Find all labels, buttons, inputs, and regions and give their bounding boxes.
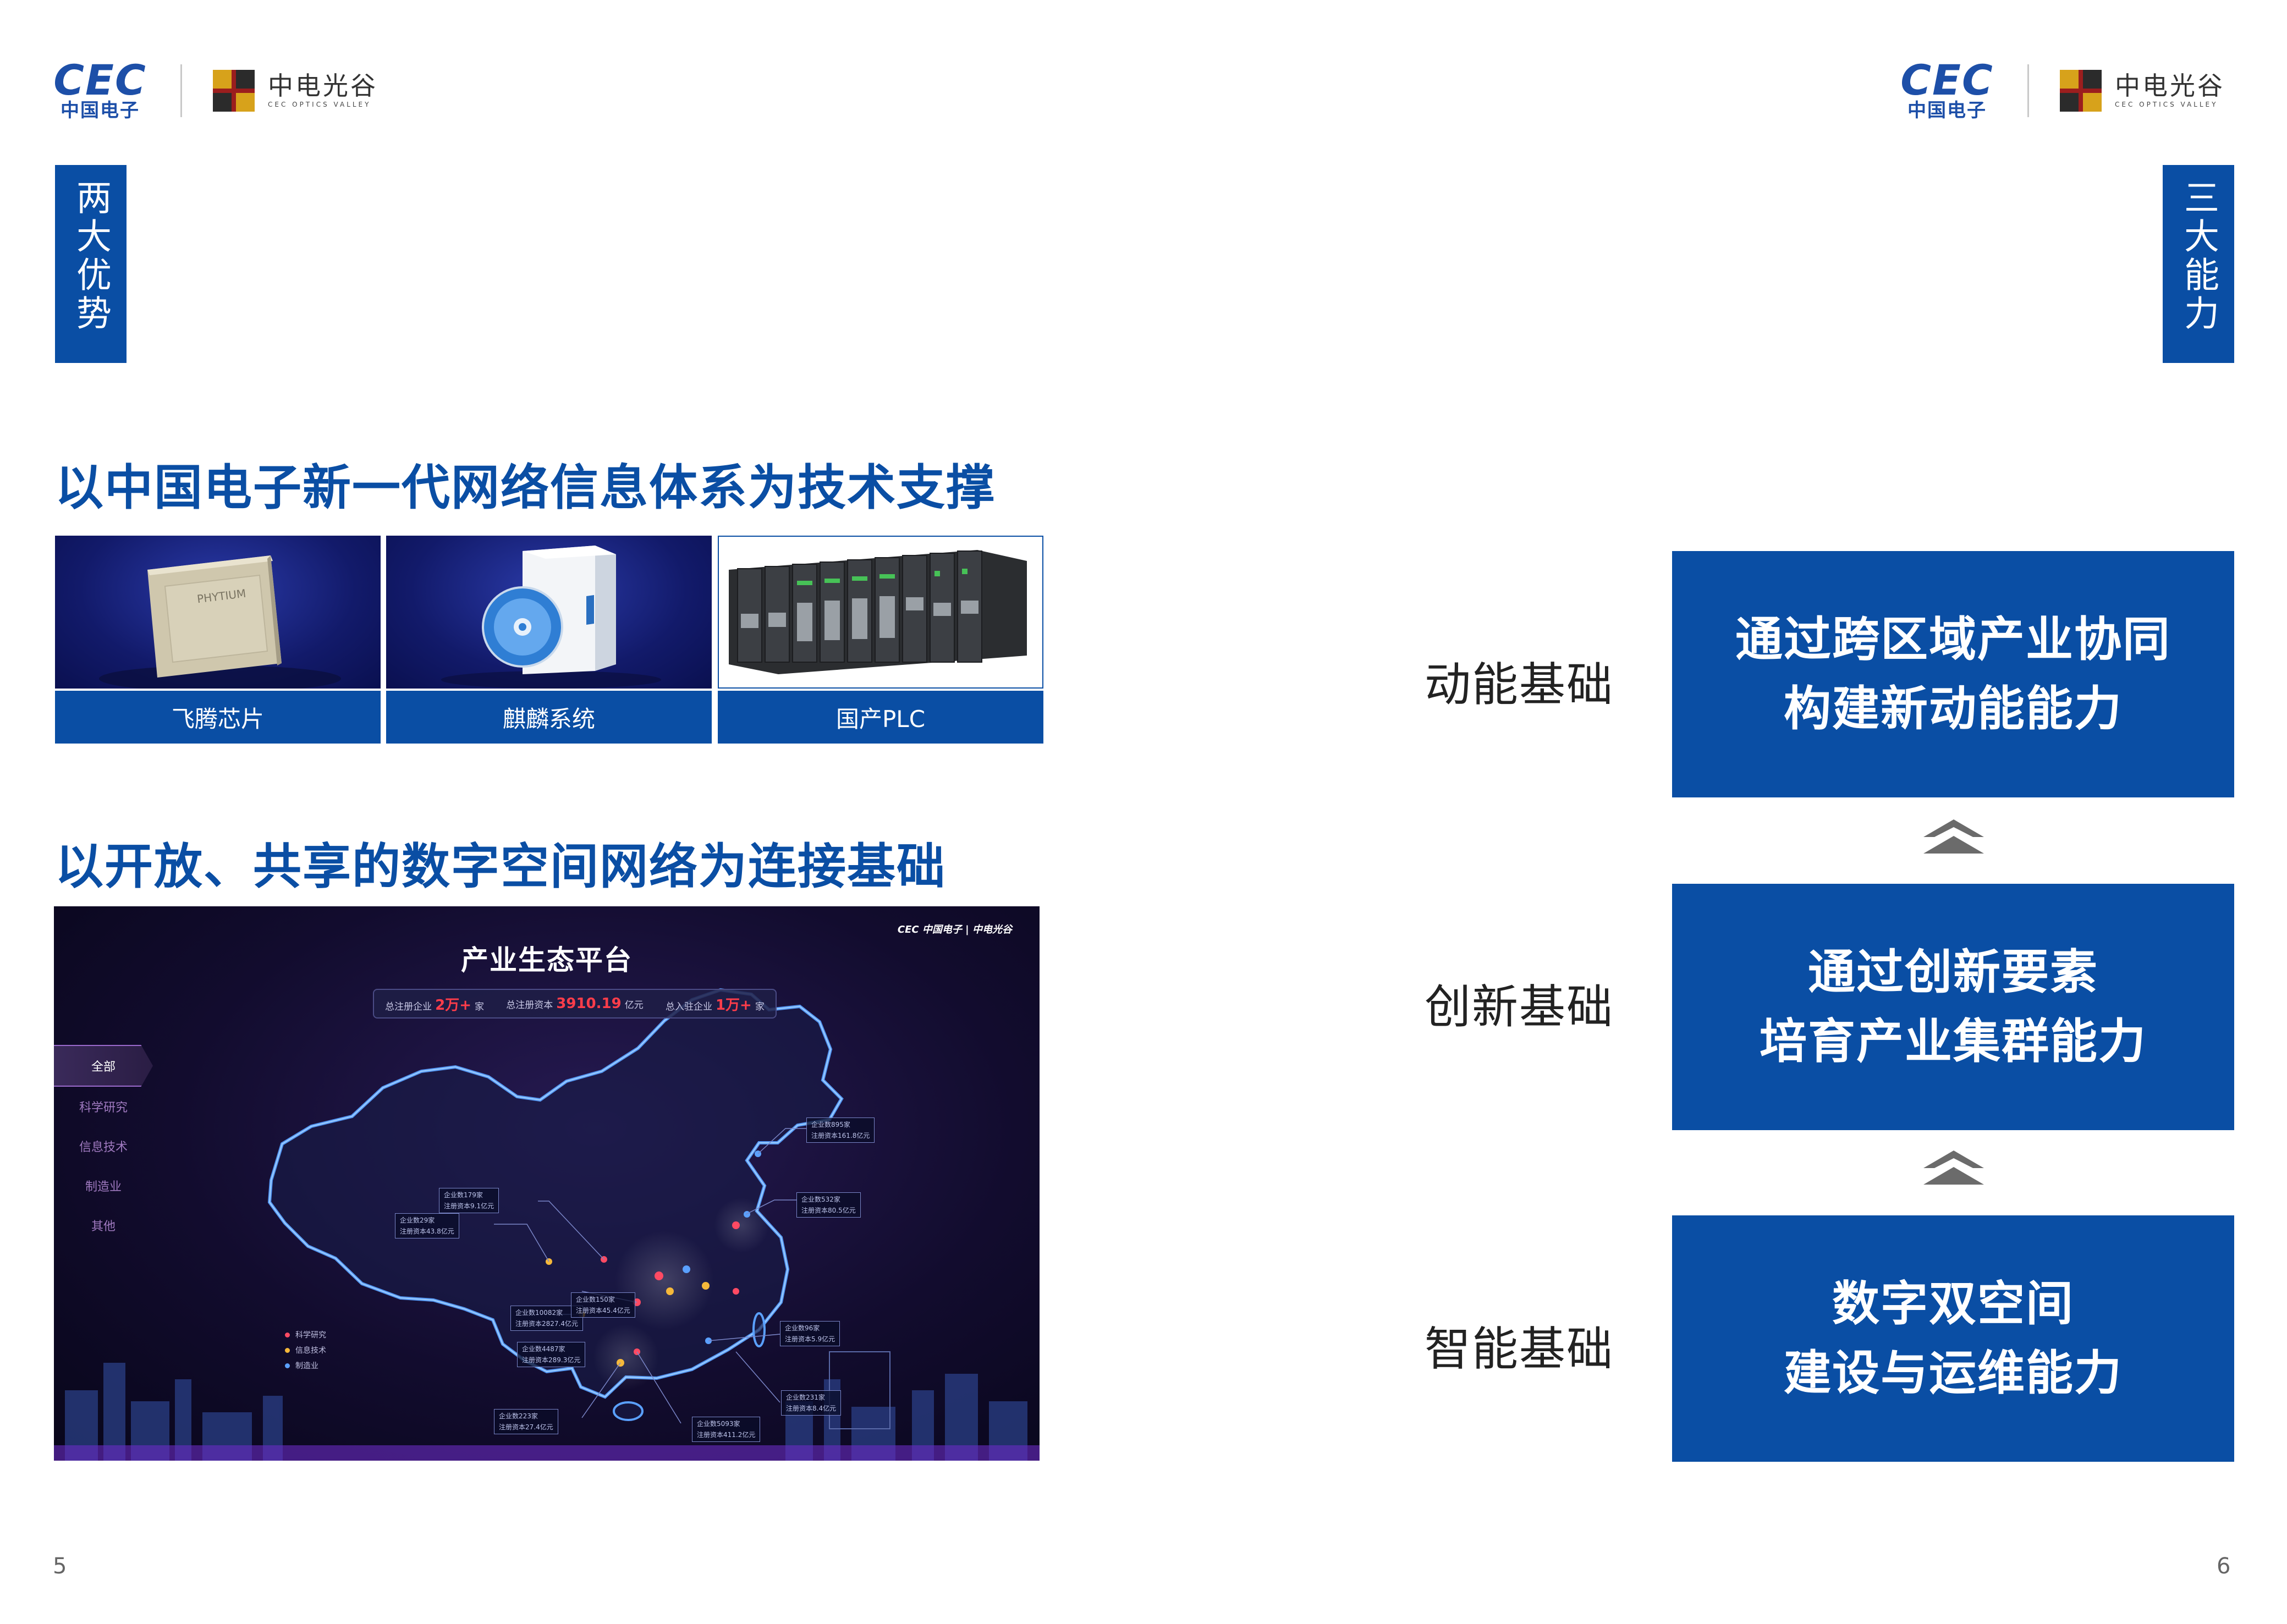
product-card-os: 麒麟系统: [386, 536, 712, 744]
menu-item-it: 信息技术: [79, 1141, 128, 1154]
logo-group-right: CEC 中国电子 中电光谷 CEC OPTICS VALLEY: [1898, 55, 2225, 126]
section1-title: 以中国电子新一代网络信息体系为技术支撑: [55, 459, 996, 516]
platform-stats-bar: 总注册企业 2万+ 家 总注册资本 3910.19 亿元 总入驻企业 1万+ 家: [373, 989, 777, 1019]
cec-logo: CEC 中国电子: [53, 56, 147, 122]
chevron-up-icon: [1923, 819, 1984, 854]
menu-item-manufacturing: 制造业: [85, 1180, 122, 1194]
region-tag: 企业数231家 注册资本8.4亿元: [781, 1390, 842, 1416]
product-card-plc: 国产PLC: [718, 536, 1043, 744]
map-legend: 科学研究 信息技术 制造业: [285, 1327, 326, 1373]
region-tag: 企业数223家 注册资本27.4亿元: [494, 1409, 558, 1434]
region-tag: 企业数895家 注册资本161.8亿元: [806, 1117, 875, 1143]
menu-item-other: 其他: [91, 1220, 116, 1234]
optics-valley-mark-icon: [213, 70, 255, 112]
ability-box-intelligence: 数字双空间 建设与运维能力: [1672, 1215, 2234, 1462]
stat-registered-capital: 总注册资本 3910.19 亿元: [506, 995, 644, 1012]
legend-item: 制造业: [285, 1358, 326, 1373]
optics-valley-logo: 中电光谷 CEC OPTICS VALLEY: [213, 70, 378, 112]
os-box-image: [386, 536, 712, 689]
region-tag: 企业数179家 注册资本9.1亿元: [439, 1188, 499, 1213]
ability-box-innovation: 通过创新要素 培育产业集群能力: [1672, 884, 2234, 1130]
chip-image: PHYTIUM: [55, 536, 381, 689]
region-tag: 企业数29家 注册资本43.8亿元: [395, 1213, 459, 1238]
category-menu: 全部 科学研究 信息技术 制造业 其他: [54, 1045, 153, 1245]
page-number-left: 5: [53, 1554, 67, 1579]
section2-title: 以开放、共享的数字空间网络为连接基础: [55, 838, 947, 895]
chevron-up-icon: [1923, 1150, 1984, 1185]
legend-item: 信息技术: [285, 1342, 326, 1358]
optics-valley-mark-icon: [2060, 70, 2102, 112]
legend-item: 科学研究: [285, 1327, 326, 1342]
logo-divider: [2027, 64, 2029, 117]
region-tag: 企业数150家 注册资本45.4亿元: [571, 1292, 635, 1318]
page-number-right: 6: [2217, 1554, 2231, 1579]
optics-valley-logo: 中电光谷 CEC OPTICS VALLEY: [2060, 70, 2225, 112]
left-section-tab: 两大优势: [55, 165, 127, 363]
ability-label-innovation: 创新基础: [1425, 980, 1614, 1034]
stat-registered-companies: 总注册企业 2万+ 家: [385, 997, 485, 1014]
right-section-tab: 三大能力: [2163, 165, 2234, 363]
industry-platform-map: CEC 中国电子 | 中电光谷 产业生态平台 总注册企业 2万+ 家 总注册资本 39…: [54, 906, 1040, 1461]
plc-image: [718, 536, 1043, 689]
cec-logo: CEC 中国电子: [1900, 56, 1994, 122]
region-tag: 企业数532家 注册资本80.5亿元: [796, 1192, 861, 1218]
logo-divider: [180, 64, 182, 117]
card-label: 国产PLC: [718, 691, 1043, 744]
region-tag: 企业数4487家 注册资本289.3亿元: [517, 1342, 586, 1367]
logo-group-left: CEC 中国电子 中电光谷 CEC OPTICS VALLEY: [51, 55, 378, 126]
platform-corner-logo: CEC 中国电子 | 中电光谷: [897, 924, 1012, 935]
product-card-chip: PHYTIUM 飞腾芯片: [55, 536, 381, 744]
ability-label-intelligence: 智能基础: [1425, 1322, 1614, 1376]
stat-resident-companies: 总入驻企业 1万+ 家: [665, 997, 765, 1014]
card-label: 麒麟系统: [386, 691, 712, 744]
ability-label-momentum: 动能基础: [1425, 658, 1614, 712]
platform-title: 产业生态平台: [461, 944, 633, 976]
ability-box-momentum: 通过跨区域产业协同 构建新动能能力: [1672, 551, 2234, 797]
menu-item-science: 科学研究: [79, 1101, 128, 1115]
region-tag: 企业数96家 注册资本5.9亿元: [780, 1321, 840, 1346]
card-label: 飞腾芯片: [55, 691, 381, 744]
region-tag: 企业数5093家 注册资本411.2亿元: [692, 1417, 761, 1442]
menu-item-all: 全部: [54, 1045, 153, 1087]
